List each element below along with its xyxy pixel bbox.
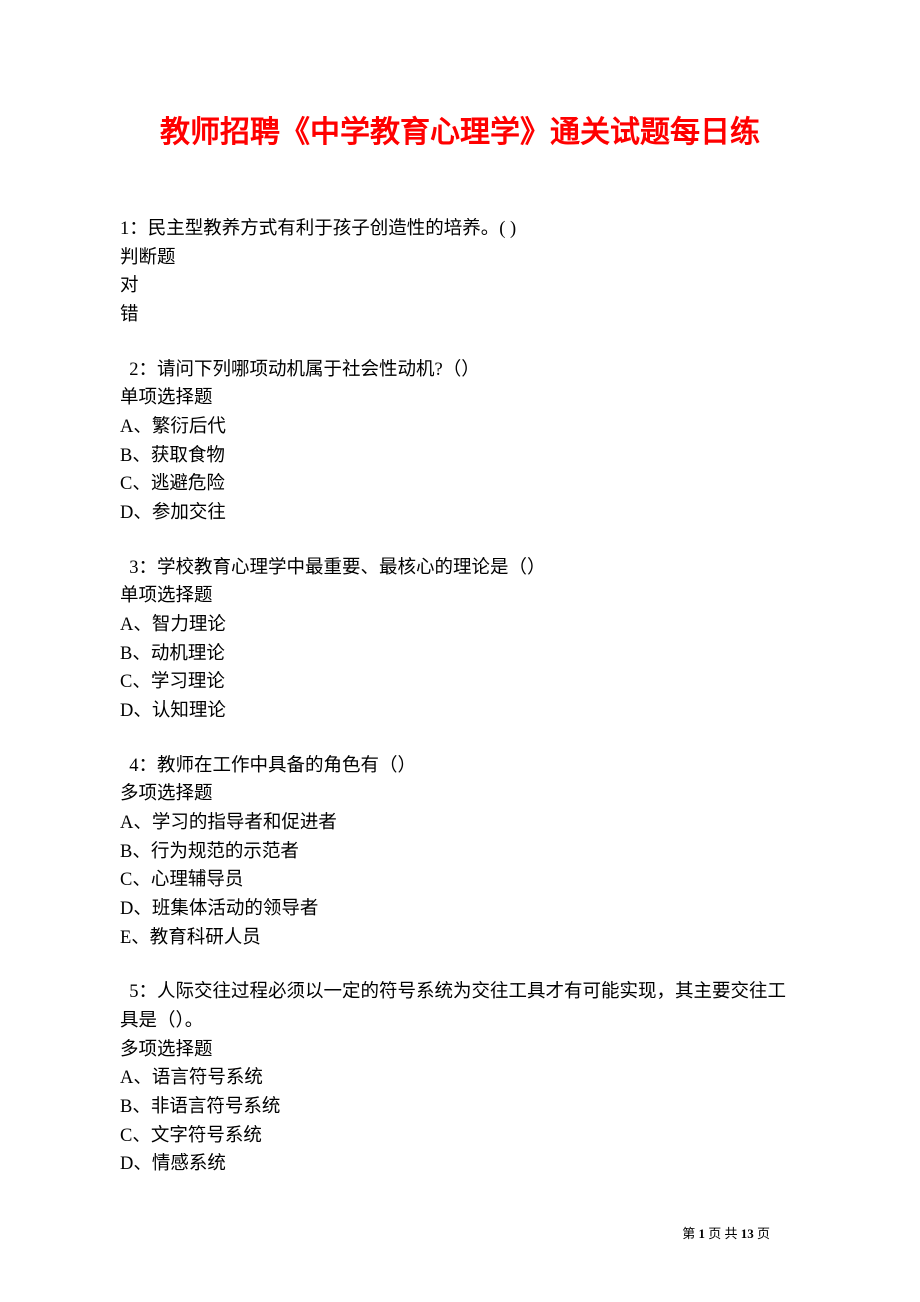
option: 对 (120, 272, 800, 301)
option: C、逃避危险 (120, 470, 800, 499)
question-type: 多项选择题 (120, 1036, 800, 1065)
option: B、非语言符号系统 (120, 1093, 800, 1122)
option: D、参加交往 (120, 499, 800, 528)
question-text: 1：民主型教养方式有利于孩子创造性的培养。( ) (120, 215, 800, 244)
question-text: 3：学校教育心理学中最重要、最核心的理论是（） (120, 554, 800, 583)
question-type: 多项选择题 (120, 780, 800, 809)
footer-middle: 页 共 (705, 1226, 741, 1241)
question-4: 4：教师在工作中具备的角色有（） 多项选择题 A、学习的指导者和促进者 B、行为… (120, 752, 800, 953)
option: D、认知理论 (120, 697, 800, 726)
question-type: 单项选择题 (120, 582, 800, 611)
option: D、班集体活动的领导者 (120, 895, 800, 924)
option: 错 (120, 301, 800, 330)
option: A、繁衍后代 (120, 413, 800, 442)
question-2: 2：请问下列哪项动机属于社会性动机?（） 单项选择题 A、繁衍后代 B、获取食物… (120, 356, 800, 528)
document-page: 教师招聘《中学教育心理学》通关试题每日练 1：民主型教养方式有利于孩子创造性的培… (0, 0, 920, 1255)
question-text: 5：人际交往过程必须以一定的符号系统为交往工具才有可能实现，其主要交往工具是（）… (120, 978, 800, 1035)
question-text: 2：请问下列哪项动机属于社会性动机?（） (120, 356, 800, 385)
page-footer: 第 1 页 共 13 页 (682, 1223, 770, 1242)
option: E、教育科研人员 (120, 924, 800, 953)
footer-suffix: 页 (754, 1226, 770, 1241)
question-3: 3：学校教育心理学中最重要、最核心的理论是（） 单项选择题 A、智力理论 B、动… (120, 554, 800, 726)
option: C、文字符号系统 (120, 1122, 800, 1151)
question-5: 5：人际交往过程必须以一定的符号系统为交往工具才有可能实现，其主要交往工具是（）… (120, 978, 800, 1179)
option: C、学习理论 (120, 668, 800, 697)
option: C、心理辅导员 (120, 866, 800, 895)
option: D、情感系统 (120, 1150, 800, 1179)
question-1: 1：民主型教养方式有利于孩子创造性的培养。( ) 判断题 对 错 (120, 215, 800, 330)
option: A、语言符号系统 (120, 1064, 800, 1093)
option: B、行为规范的示范者 (120, 838, 800, 867)
document-title: 教师招聘《中学教育心理学》通关试题每日练 (120, 110, 800, 155)
footer-prefix: 第 (682, 1226, 698, 1241)
option: B、动机理论 (120, 640, 800, 669)
option: B、获取食物 (120, 442, 800, 471)
option: A、学习的指导者和促进者 (120, 809, 800, 838)
question-type: 单项选择题 (120, 384, 800, 413)
question-text: 4：教师在工作中具备的角色有（） (120, 752, 800, 781)
question-type: 判断题 (120, 244, 800, 273)
option: A、智力理论 (120, 611, 800, 640)
total-pages: 13 (741, 1226, 754, 1241)
